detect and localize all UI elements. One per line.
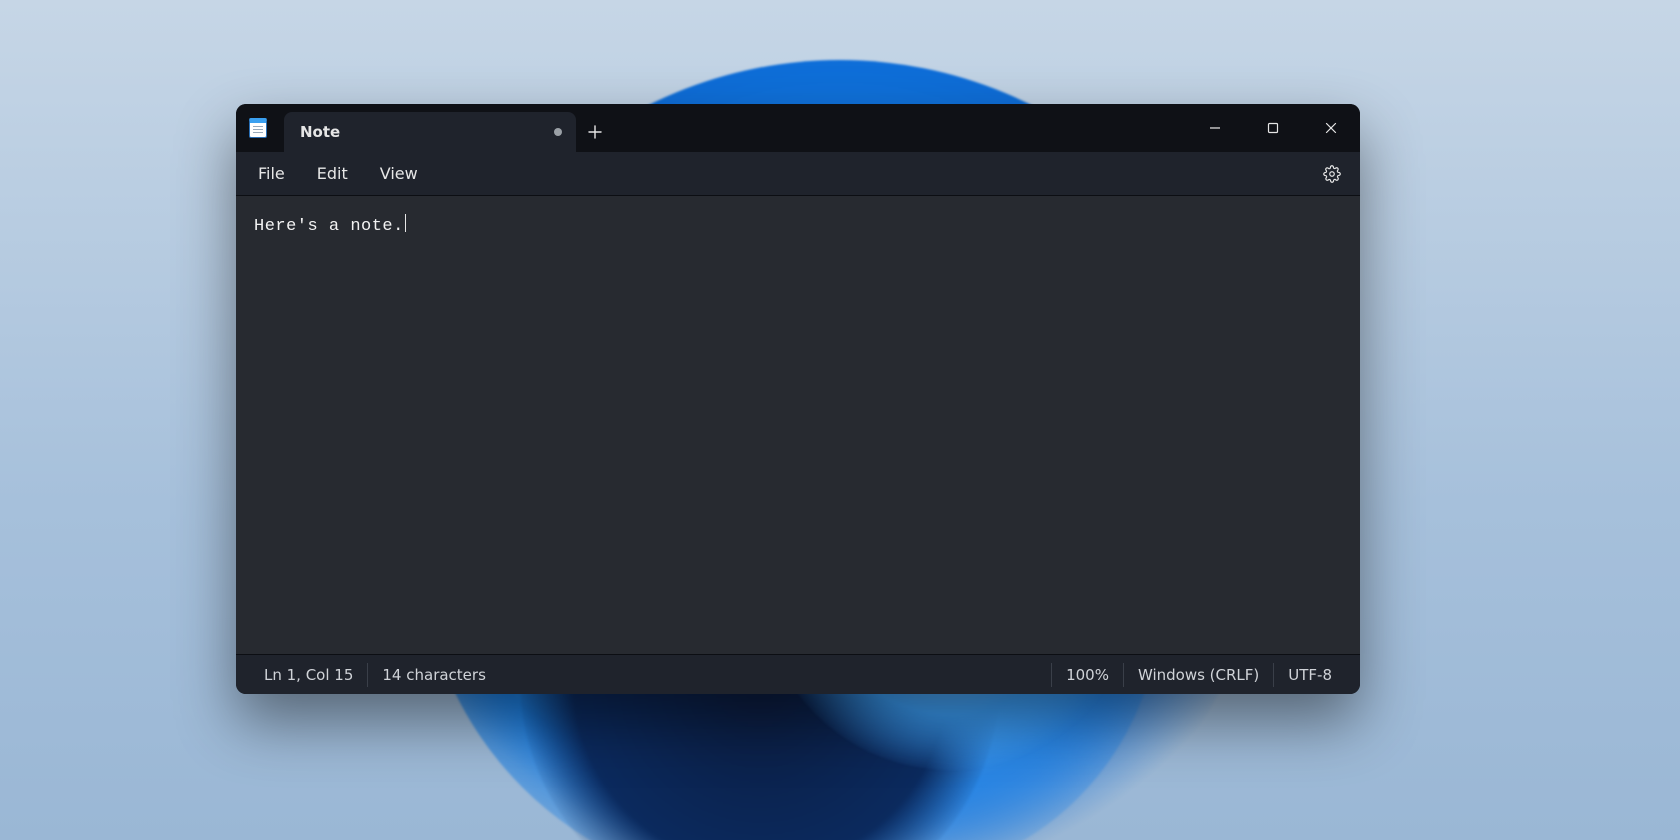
- notepad-icon: [236, 104, 280, 152]
- new-tab-button[interactable]: [576, 112, 614, 152]
- maximize-button[interactable]: [1244, 104, 1302, 152]
- settings-button[interactable]: [1312, 156, 1352, 192]
- dot-icon: [554, 128, 562, 136]
- gear-icon: [1323, 165, 1341, 183]
- menu-file[interactable]: File: [246, 158, 297, 189]
- status-char-count: 14 characters: [367, 663, 500, 687]
- minimize-button[interactable]: [1186, 104, 1244, 152]
- menu-edit[interactable]: Edit: [305, 158, 360, 189]
- close-button[interactable]: [1302, 104, 1360, 152]
- plus-icon: [588, 125, 602, 139]
- close-icon: [1325, 122, 1337, 134]
- status-zoom[interactable]: 100%: [1051, 663, 1123, 687]
- maximize-icon: [1267, 122, 1279, 134]
- tab-note[interactable]: Note: [284, 112, 576, 152]
- minimize-icon: [1209, 122, 1221, 134]
- titlebar[interactable]: Note: [236, 104, 1360, 152]
- notepad-window: Note: [236, 104, 1360, 694]
- text-caret: [405, 214, 406, 232]
- status-encoding[interactable]: UTF-8: [1273, 663, 1346, 687]
- editor-content: Here's a note.: [254, 217, 404, 236]
- caption-controls: [1186, 104, 1360, 152]
- menu-view[interactable]: View: [368, 158, 430, 189]
- text-editor[interactable]: Here's a note.: [236, 196, 1360, 654]
- status-bar: Ln 1, Col 15 14 characters 100% Windows …: [236, 654, 1360, 694]
- tab-title: Note: [300, 123, 340, 141]
- status-line-ending[interactable]: Windows (CRLF): [1123, 663, 1273, 687]
- titlebar-drag-region[interactable]: [614, 104, 1186, 152]
- desktop-wallpaper: Note: [0, 0, 1680, 840]
- menubar: File Edit View: [236, 152, 1360, 196]
- status-position: Ln 1, Col 15: [250, 663, 367, 687]
